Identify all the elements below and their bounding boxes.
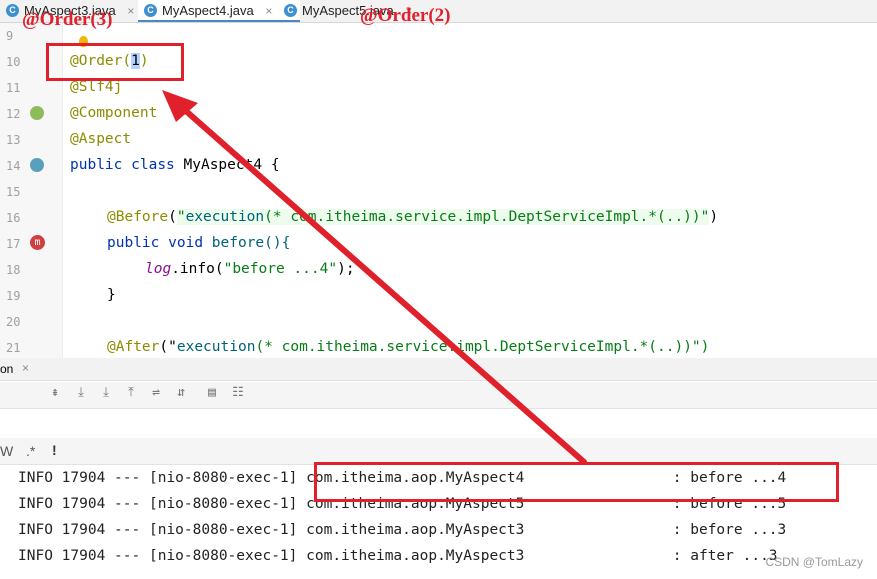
order-2-label: @Order(2) (360, 5, 451, 26)
order-3-label: @Order(3) (22, 9, 113, 30)
annotation-arrow (162, 90, 587, 465)
